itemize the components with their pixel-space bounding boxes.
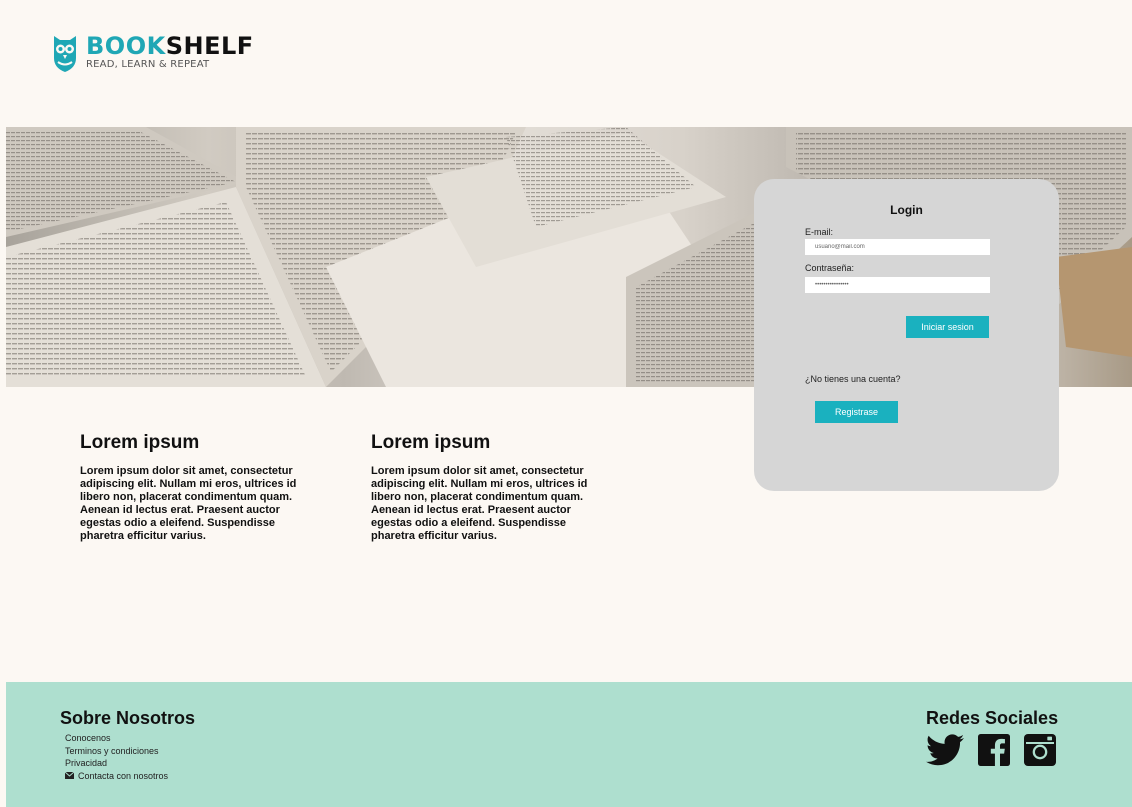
column-body: Lorem ipsum dolor sit amet, consectetur … — [80, 465, 297, 542]
column-title: Lorem ipsum — [80, 432, 200, 453]
footer-link-label: Privacidad — [65, 758, 108, 768]
password-input[interactable] — [805, 277, 990, 293]
footer-link-label: Conocenos — [65, 733, 111, 743]
footer-links: Conocenos Terminos y condiciones Privaci… — [65, 732, 168, 782]
column-body: Lorem ipsum dolor sit amet, consectetur … — [371, 465, 588, 542]
site-header: BOOKSHELF READ, LEARN & REPEAT — [0, 0, 1132, 127]
login-button[interactable]: Iniciar sesion — [906, 316, 989, 338]
content-column-1: Lorem ipsum Lorem ipsum dolor sit amet, … — [80, 432, 320, 543]
instagram-icon[interactable] — [1024, 734, 1056, 766]
password-label: Contraseña: — [805, 263, 855, 273]
footer-link-terminos[interactable]: Terminos y condiciones — [65, 745, 168, 758]
owl-logo-icon — [54, 36, 76, 72]
content-column-2: Lorem ipsum Lorem ipsum dolor sit amet, … — [371, 432, 611, 543]
facebook-icon[interactable] — [978, 734, 1010, 766]
brand: BOOKSHELF READ, LEARN & REPEAT — [86, 34, 254, 70]
login-card: Login E-mail: Contraseña: Iniciar sesion… — [754, 179, 1059, 491]
social-title: Redes Sociales — [926, 708, 1059, 728]
brand-name: BOOKSHELF — [86, 34, 254, 58]
site-footer: Sobre Nosotros Conocenos Terminos y cond… — [6, 682, 1132, 807]
about-title: Sobre Nosotros — [60, 708, 196, 728]
register-button[interactable]: Registrase — [815, 401, 898, 423]
footer-link-label: Terminos y condiciones — [65, 745, 159, 756]
brand-name-part2: SHELF — [165, 32, 254, 60]
footer-link-conocenos[interactable]: Conocenos — [65, 732, 168, 745]
mail-icon — [65, 772, 74, 780]
login-title: Login — [890, 203, 923, 217]
social-icons — [926, 734, 1056, 766]
footer-link-label: Contacta con nosotros — [78, 770, 169, 781]
footer-link-privacidad[interactable]: Privacidad — [65, 757, 168, 770]
email-label: E-mail: — [805, 227, 834, 237]
brand-name-part1: BOOK — [86, 32, 166, 60]
email-input[interactable] — [805, 239, 990, 255]
no-account-text: ¿No tienes una cuenta? — [805, 374, 901, 384]
twitter-icon[interactable] — [926, 734, 964, 766]
logo[interactable]: BOOKSHELF READ, LEARN & REPEAT — [52, 34, 254, 76]
column-title: Lorem ipsum — [371, 432, 491, 453]
footer-link-contacto[interactable]: Contacta con nosotros — [65, 770, 168, 783]
brand-tagline: READ, LEARN & REPEAT — [86, 59, 210, 70]
